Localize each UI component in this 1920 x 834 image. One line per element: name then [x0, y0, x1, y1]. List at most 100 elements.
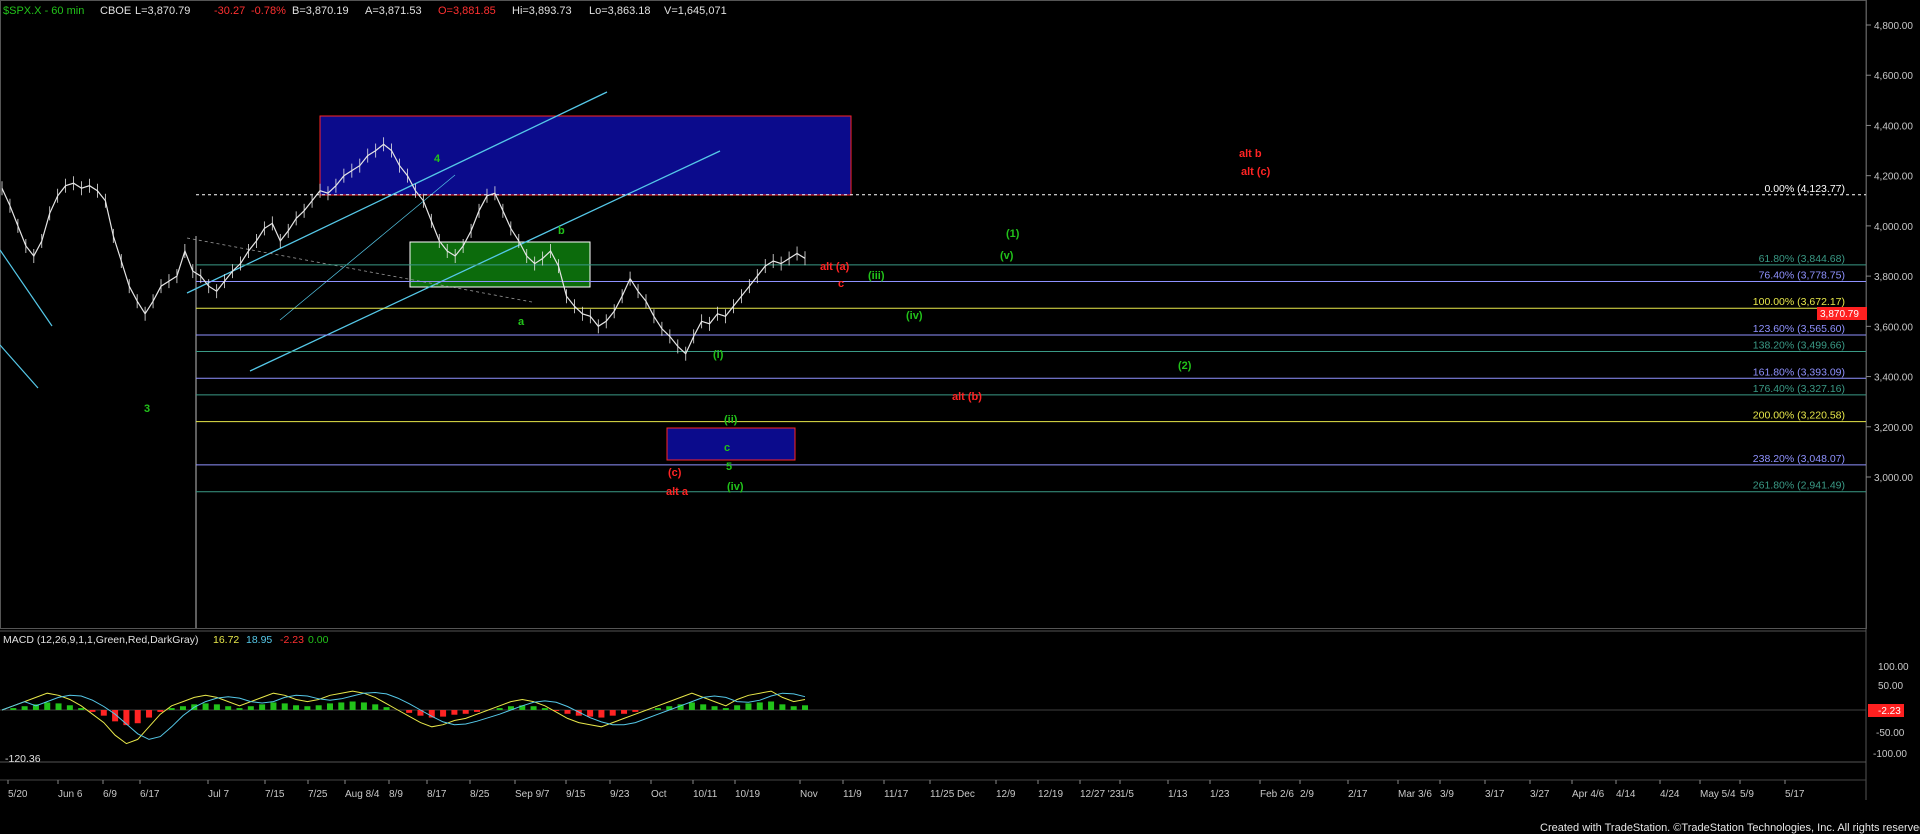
macd-bar	[134, 710, 141, 724]
x-tick-label: Oct	[651, 789, 667, 800]
macd-bar	[474, 710, 481, 712]
x-tick-label: 8/17	[427, 789, 447, 800]
macd-bar	[462, 710, 469, 714]
volume: V=1,645,071	[664, 5, 727, 17]
y-tick-label: 3,600.00	[1874, 322, 1913, 333]
macd-bar	[587, 710, 594, 717]
macd-bar	[247, 706, 254, 710]
x-tick-label: 1/13	[1168, 789, 1188, 800]
macd-bar	[688, 702, 695, 710]
open-price: O=3,881.85	[438, 5, 496, 17]
wave-label: 4	[434, 153, 441, 165]
macd-bar	[259, 704, 266, 710]
macd-signal-line	[1, 691, 806, 740]
wave-label: alt a	[666, 486, 689, 498]
wave-label: c	[724, 442, 730, 454]
x-tick-label: Feb 2/6	[1260, 789, 1294, 800]
x-tick-label: 5/20	[8, 789, 28, 800]
fib-label: 176.40% (3,327.16)	[1753, 383, 1845, 395]
wave-label: 5	[726, 461, 732, 473]
fib-levels: 0.00% (4,123.77) 61.80% (3,844.68) 76.40% …	[196, 183, 1866, 493]
macd-bar	[496, 708, 503, 710]
footer-credit: Created with TradeStation. ©TradeStation…	[1540, 822, 1920, 834]
x-tick-label: 4/24	[1660, 789, 1680, 800]
low-price: Lo=3,863.18	[589, 5, 650, 17]
x-tick-label: 8/25	[470, 789, 490, 800]
macd-line	[1, 690, 806, 745]
y-tick-label: 4,400.00	[1874, 121, 1913, 132]
bid-price: B=3,870.19	[292, 5, 349, 17]
symbol-name: $SPX.X - 60 min	[3, 5, 84, 17]
current-price-badge: 3,870.79	[1817, 307, 1867, 320]
x-tick-label: 1/23	[1210, 789, 1230, 800]
x-tick-label: 2/17	[1348, 789, 1368, 800]
x-tick-label: 3/27	[1530, 789, 1550, 800]
macd-bar	[66, 705, 73, 710]
macd-bar	[326, 703, 333, 710]
wave-label: (2)	[1178, 360, 1192, 372]
current-price-badge-text: 3,870.79	[1820, 309, 1859, 320]
macd-bar	[632, 710, 639, 712]
x-tick-label: 12/27 '23	[1080, 789, 1121, 800]
left-channel-line-a	[0, 249, 53, 327]
macd-bar	[790, 706, 797, 710]
macd-bar	[768, 701, 775, 710]
x-tick-label: Sep 9/7	[515, 789, 550, 800]
wave-label: alt (a)	[820, 261, 850, 273]
fib-label: 76.40% (3,778.75)	[1759, 269, 1845, 281]
macd-bar	[304, 706, 311, 710]
macd-bar	[621, 710, 628, 714]
macd-bar	[55, 703, 62, 710]
fib-label: 200.00% (3,220.58)	[1753, 410, 1845, 422]
x-tick-label: 3/9	[1440, 789, 1454, 800]
x-tick-label: 11/25 Dec	[930, 789, 975, 800]
macd-bar	[100, 710, 107, 716]
fib-label: 61.80% (3,844.68)	[1759, 253, 1845, 265]
macd-bar	[360, 702, 367, 710]
macd-bar	[609, 710, 616, 716]
macd-value-2: 18.95	[246, 634, 272, 646]
x-tick-label: 11/17	[884, 789, 909, 800]
macd-bar	[722, 708, 729, 710]
x-tick-label: 6/9	[103, 789, 117, 800]
macd-tick: 100.00	[1878, 662, 1909, 673]
macd-histogram	[10, 701, 808, 726]
x-tick-label: 7/25	[308, 789, 328, 800]
fib-label: 123.60% (3,565.60)	[1753, 323, 1845, 335]
x-tick-label: 1/5	[1120, 789, 1134, 800]
high-price: Hi=3,893.73	[512, 5, 572, 17]
macd-bar	[530, 706, 537, 710]
macd-bar	[440, 710, 447, 717]
x-tick-label: May 5/4	[1700, 789, 1736, 800]
x-tick-label: Jul 7	[208, 789, 230, 800]
wave-label: (iv)	[906, 310, 923, 322]
x-tick-label: 8/9	[389, 789, 403, 800]
macd-lines	[1, 690, 806, 745]
macd-bar	[598, 710, 605, 718]
y-tick-label: 4,000.00	[1874, 222, 1913, 233]
x-tick-label: 2/9	[1300, 789, 1314, 800]
macd-bar	[21, 706, 28, 710]
wave-label: (v)	[1000, 250, 1014, 262]
macd-bar	[146, 710, 153, 718]
symbol-header: $SPX.X - 60 min CBOE L=3,870.79 -30.27 -…	[3, 5, 727, 17]
y-tick-label: 3,000.00	[1874, 473, 1913, 484]
macd-bar	[281, 703, 288, 710]
macd-bar	[44, 702, 51, 710]
macd-bar	[802, 705, 808, 710]
macd-value-3: -2.23	[280, 634, 304, 646]
wave-label: a	[518, 316, 525, 328]
macd-current-badge-text: -2.23	[1878, 706, 1901, 717]
macd-bar	[745, 703, 752, 710]
wave-label: alt (c)	[1241, 166, 1271, 178]
macd-bar	[157, 710, 164, 712]
target-zone-blue-lower	[666, 427, 796, 461]
macd-bar	[383, 707, 390, 710]
x-tick-label: Aug 8/4	[345, 789, 380, 800]
fib-label: 161.80% (3,393.09)	[1753, 366, 1845, 378]
fib-label: 138.20% (3,499.66)	[1753, 340, 1845, 352]
x-tick-label: Nov	[800, 789, 818, 800]
wave-label: (c)	[668, 467, 682, 479]
ask-price: A=3,871.53	[365, 5, 422, 17]
y-tick-label: 3,800.00	[1874, 272, 1913, 283]
